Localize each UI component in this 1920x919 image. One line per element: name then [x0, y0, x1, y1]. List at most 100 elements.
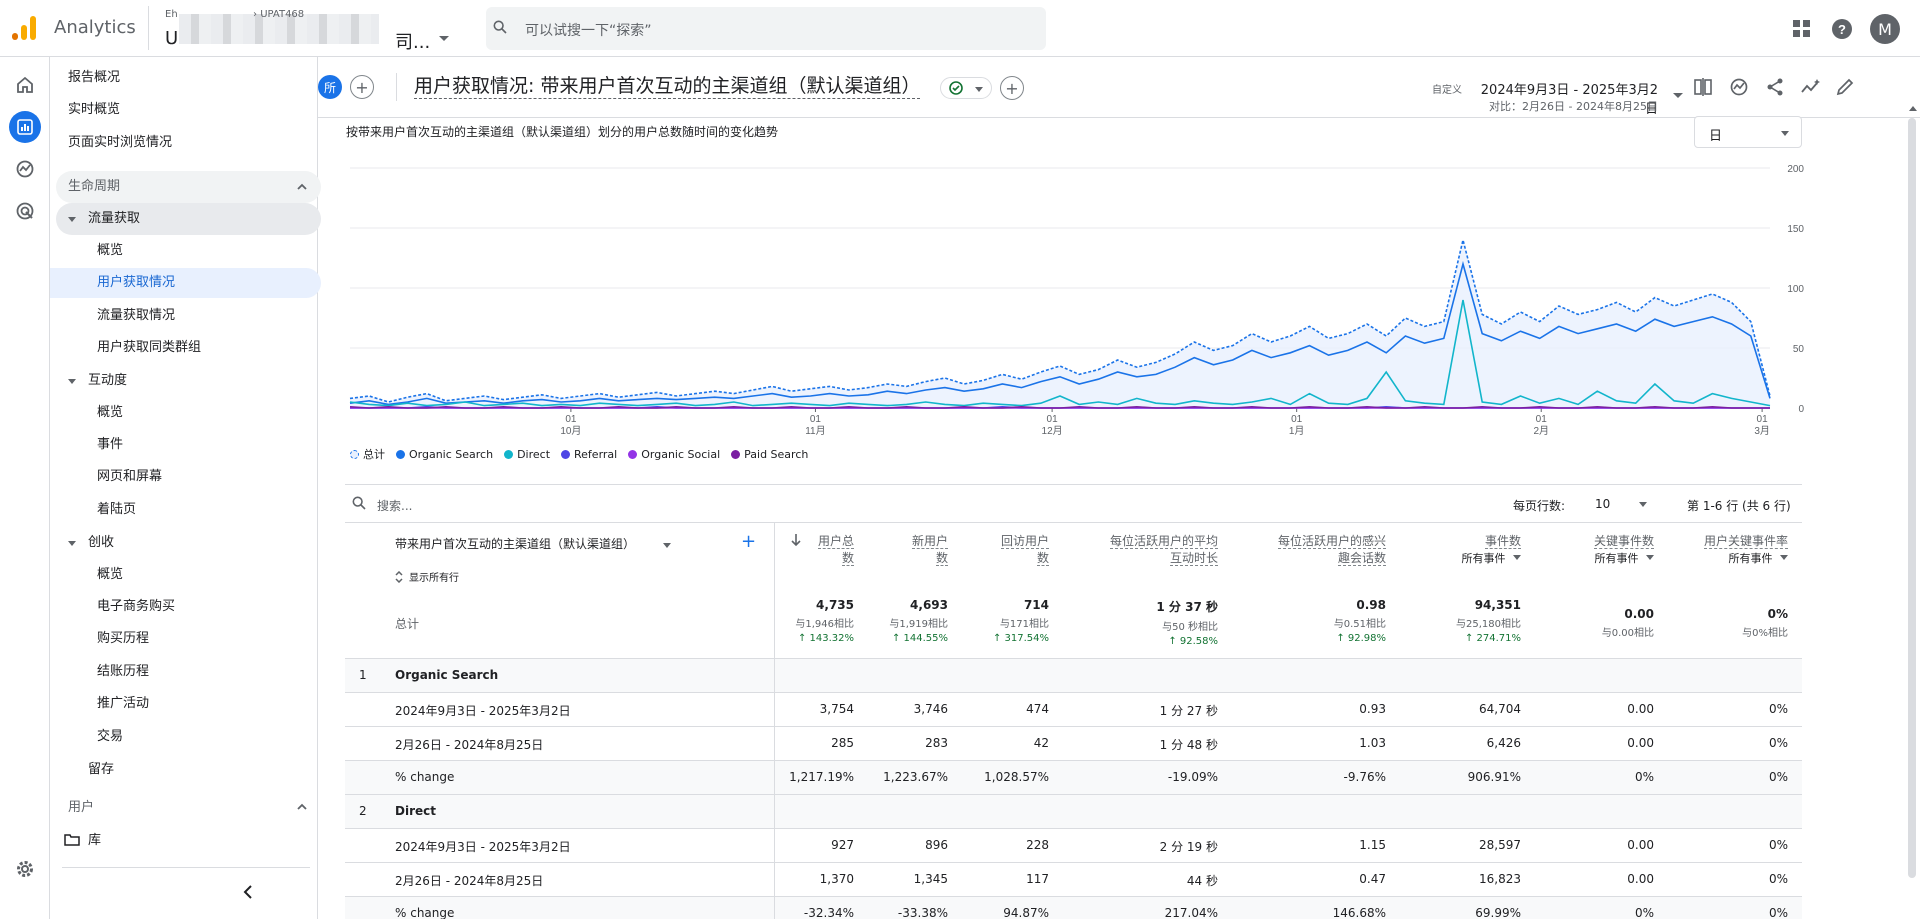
library-label: 库: [88, 833, 102, 848]
chevron-down-icon[interactable]: [1673, 93, 1683, 98]
share-icon[interactable]: [1762, 74, 1788, 100]
table-group-row[interactable]: 1 Organic Search: [345, 658, 1802, 692]
avatar[interactable]: M: [1870, 14, 1900, 44]
total-change: ↑ 274.71%: [1464, 633, 1521, 644]
legend-item[interactable]: Organic Search: [396, 446, 493, 462]
metric-header-label-line2: 互动时长: [1169, 551, 1218, 566]
sidebar-item-checkout-journey[interactable]: 结账历程: [50, 657, 321, 687]
account-selector[interactable]: Eh › UPAT468 U 司...: [148, 6, 449, 53]
table-cell: 1,028.57%: [984, 770, 1049, 784]
sidebar-item-realtime-pages[interactable]: 页面实时浏览情况: [68, 129, 172, 157]
section-user[interactable]: 用户: [56, 797, 321, 819]
sidebar: 报告概况 实时概览 页面实时浏览情况 生命周期 流量获取 概览 用户获取情况 流…: [50, 57, 321, 919]
add-filter-button[interactable]: +: [1000, 76, 1024, 100]
total-compare: 与0%相比: [1742, 628, 1788, 639]
total-change: ↑ 92.58%: [1168, 636, 1218, 647]
settings-gear-icon[interactable]: [9, 853, 41, 885]
compare-icon[interactable]: [1690, 74, 1716, 100]
legend-item[interactable]: Organic Social: [628, 446, 720, 462]
group-monetization[interactable]: 创收: [56, 527, 321, 559]
total-cell: 714 与171相比 ↑ 317.54%: [919, 598, 1049, 644]
caret-down-icon: [68, 217, 76, 222]
apps-grid-icon[interactable]: [1790, 17, 1814, 41]
legend-swatch: [561, 449, 571, 459]
table-search-input[interactable]: 搜索...: [377, 497, 412, 514]
comparison-chip-all[interactable]: 所: [318, 75, 342, 99]
table-cell: 1.03: [1359, 736, 1386, 750]
legend-item[interactable]: 总计: [350, 446, 385, 462]
sidebar-item-purchase-journey[interactable]: 购买历程: [50, 624, 321, 654]
x-tick-month: 2月: [1533, 425, 1549, 437]
section-lifecycle[interactable]: 生命周期: [56, 171, 321, 203]
sidebar-item-landing-page[interactable]: 着陆页: [50, 495, 321, 525]
reports-icon[interactable]: [9, 111, 41, 143]
explore-icon[interactable]: [9, 153, 41, 185]
legend-swatch: [731, 449, 741, 459]
table-row: 2024年9月3日 - 2025年3月2日 3,754 3,746 474 1 分 27…: [345, 692, 1802, 726]
table-cell: 28,597: [1479, 838, 1521, 852]
group-engagement[interactable]: 互动度: [56, 365, 321, 397]
channel-name: Direct: [395, 804, 436, 818]
report-status-chip[interactable]: [940, 77, 992, 99]
table-row: 2月26日 - 2024年8月25日 285 283 42 1 分 48 秒 1.03 6,…: [345, 726, 1802, 760]
table-group-row[interactable]: 2 Direct: [345, 794, 1802, 828]
rows-per-page-select[interactable]: 10: [1595, 497, 1610, 511]
sidebar-item-library[interactable]: 库: [64, 827, 101, 855]
legend-item[interactable]: Direct: [504, 446, 550, 462]
table-cell: 146.68%: [1332, 906, 1386, 919]
table-cell: 1.15: [1359, 838, 1386, 852]
page-title[interactable]: 用户获取情况: 带来用户首次互动的主渠道组（默认渠道组）: [414, 74, 921, 99]
sidebar-item-transactions[interactable]: 交易: [50, 722, 321, 752]
analytics-logo-icon[interactable]: [12, 16, 38, 40]
metric-header-7[interactable]: 用户关键事件率 所有事件: [1628, 533, 1788, 567]
sidebar-item-user-acquisition[interactable]: 用户获取情况: [50, 268, 321, 298]
show-all-rows-toggle[interactable]: 显示所有行: [395, 569, 459, 584]
table-row: % change -32.34% -33.38% 94.87% 217.04% 146.6…: [345, 896, 1802, 919]
sidebar-item-ecommerce[interactable]: 电子商务购买: [50, 592, 321, 622]
sidebar-item-acq-cohorts[interactable]: 用户获取同类群组: [50, 333, 321, 363]
sidebar-item-pages-screens[interactable]: 网页和屏幕: [50, 462, 321, 492]
event-filter-select[interactable]: 所有事件: [1628, 550, 1788, 567]
add-comparison-button[interactable]: +: [350, 75, 374, 99]
legend-swatch: [504, 449, 514, 459]
chevron-down-icon[interactable]: [1639, 502, 1647, 507]
sidebar-item-report-snapshot[interactable]: 报告概况: [68, 64, 120, 92]
sidebar-item-acq-overview[interactable]: 概览: [50, 236, 321, 266]
trend-sparkle-icon[interactable]: [1798, 74, 1824, 100]
sidebar-item-events[interactable]: 事件: [50, 430, 321, 460]
chevron-left-icon[interactable]: [242, 885, 254, 899]
group-acquisition[interactable]: 流量获取: [56, 203, 321, 235]
scroll-up-arrow[interactable]: [1909, 106, 1917, 111]
sidebar-item-mon-overview[interactable]: 概览: [50, 560, 321, 590]
search-icon: [493, 20, 507, 34]
advertising-icon[interactable]: [9, 195, 41, 227]
table-cell: 0.00: [1627, 838, 1654, 852]
help-icon[interactable]: ?: [1830, 17, 1854, 41]
scrollbar[interactable]: [1908, 118, 1916, 878]
sidebar-item-promotions[interactable]: 推广活动: [50, 689, 321, 719]
account-small-text: Eh: [165, 9, 178, 20]
legend-item[interactable]: Referral: [561, 446, 617, 462]
compare-range: 对比：2月26日 - 2024年8月25日: [1489, 100, 1658, 113]
chevron-down-icon[interactable]: [663, 543, 671, 548]
metric-header-2[interactable]: 回访用户数: [889, 533, 1049, 567]
sidebar-item-realtime-overview[interactable]: 实时概览: [68, 96, 120, 124]
table-column-divider: [774, 522, 775, 919]
group-retention[interactable]: 留存: [56, 754, 321, 786]
granularity-value: 日: [1709, 129, 1723, 144]
total-compare: 与171相比: [999, 619, 1049, 630]
legend-item[interactable]: Paid Search: [731, 446, 808, 462]
metric-header-3[interactable]: 每位活跃用户的平均 互动时长: [1058, 533, 1218, 567]
total-compare: 与25,180相比: [1456, 619, 1521, 630]
edit-pencil-icon[interactable]: [1836, 78, 1854, 96]
insights-icon[interactable]: [1726, 74, 1752, 100]
granularity-select[interactable]: 日: [1694, 116, 1802, 148]
sidebar-item-eng-overview[interactable]: 概览: [50, 398, 321, 428]
dimension-header[interactable]: 带来用户首次互动的主渠道组（默认渠道组）: [395, 535, 635, 552]
sidebar-item-traffic-acquisition[interactable]: 流量获取情况: [50, 301, 321, 331]
x-tick-month: 1月: [1289, 425, 1305, 437]
row-label: 2月26日 - 2024年8月25日: [395, 738, 544, 752]
home-icon[interactable]: [9, 69, 41, 101]
folder-icon: [64, 834, 80, 846]
table-cell: 228: [1026, 838, 1049, 852]
